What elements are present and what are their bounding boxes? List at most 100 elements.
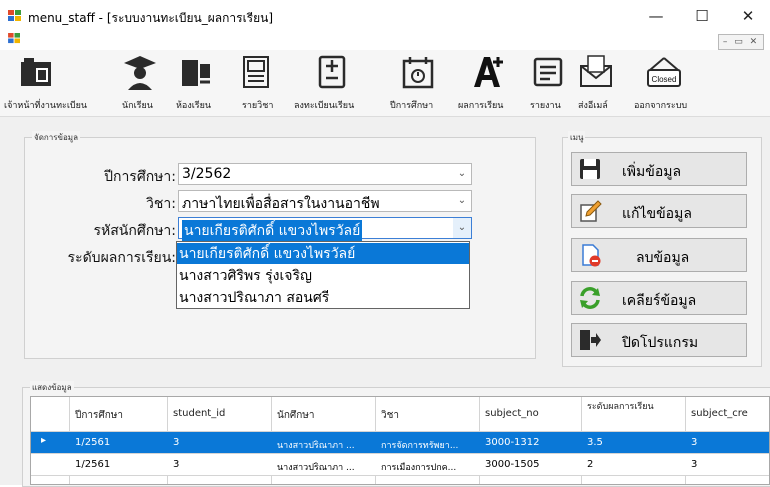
toolbar-label: ผลการเรียน bbox=[458, 101, 504, 111]
building-icon bbox=[21, 58, 51, 86]
table-cell: 1/2561 bbox=[75, 459, 111, 470]
grid-header bbox=[31, 397, 769, 432]
mdi-menu-row: – ▭ ✕ bbox=[0, 30, 770, 50]
toolbar-label: ส่งอีเมล์ bbox=[578, 101, 608, 111]
toolbar-reports[interactable]: รายงาน bbox=[526, 50, 570, 116]
dropdown-option[interactable]: นางสาวศิริพร รุ่งเจริญ bbox=[177, 265, 469, 286]
mdi-window-controls[interactable]: – ▭ ✕ bbox=[718, 34, 764, 50]
clear-button[interactable]: เคลียร์ข้อมูล bbox=[571, 281, 747, 315]
table-cell: นางสาวปริณาภา ... bbox=[277, 441, 355, 451]
toolbar-send-email[interactable]: ส่งอีเมล์ bbox=[572, 50, 620, 116]
column-header[interactable]: นักศึกษา bbox=[277, 408, 315, 423]
toolbar-label: ลงทะเบียนเรียน bbox=[294, 101, 355, 111]
toolbar-registration[interactable]: ลงทะเบียนเรียน bbox=[294, 50, 374, 116]
table-cell: 3000-1505 bbox=[485, 459, 540, 470]
register-icon bbox=[318, 55, 346, 89]
column-header[interactable]: student_id bbox=[173, 408, 225, 419]
svg-text:Closed: Closed bbox=[652, 75, 677, 84]
student-label: รหัสนักศึกษา: bbox=[93, 223, 176, 239]
exit-button[interactable]: ปิดโปรแกรม bbox=[571, 323, 747, 357]
exit-button-label: ปิดโปรแกรม bbox=[622, 335, 699, 351]
subject-combobox[interactable]: ภาษาไทยเพื่อสื่อสารในงานอาชีพ ⌄ bbox=[178, 190, 472, 212]
book-icon bbox=[243, 56, 269, 88]
table-cell: 2 bbox=[587, 459, 594, 470]
refresh-icon bbox=[580, 287, 600, 309]
table-cell: 3.5 bbox=[587, 437, 603, 448]
table-cell: การจัดการทรัพยา... bbox=[381, 441, 459, 451]
row-selector-icon: ▸ bbox=[41, 435, 47, 446]
table-cell: 3 bbox=[173, 437, 180, 448]
column-header[interactable]: subject_cre bbox=[691, 408, 769, 419]
table-cell: 3 bbox=[691, 459, 698, 470]
chevron-down-icon[interactable]: ⌄ bbox=[453, 191, 471, 211]
toolbar-students[interactable]: นักเรียน bbox=[114, 50, 166, 116]
edit-icon bbox=[580, 200, 602, 222]
dropdown-option[interactable]: นางสาวปริณาภา สอนศรี bbox=[177, 287, 469, 308]
maximize-button[interactable]: ☐ bbox=[682, 4, 722, 28]
table-cell: 1/2561 bbox=[75, 437, 111, 448]
student-value: นายเกียรติศักดิ์ แขวงไพรวัลย์ bbox=[182, 220, 363, 242]
minimize-button[interactable]: — bbox=[636, 4, 676, 28]
table-cell: 3 bbox=[691, 437, 698, 448]
toolbar-label: รายวิชา bbox=[242, 101, 274, 111]
delete-button-label: ลบข้อมูล bbox=[636, 250, 690, 266]
window-title: menu_staff - [ระบบงานทะเบียน_ผลการเรียน] bbox=[28, 11, 274, 25]
classroom-icon bbox=[182, 60, 210, 86]
grid-group-title: แสดงข้อมูล bbox=[30, 381, 74, 394]
add-button[interactable]: เพิ่มข้อมูล bbox=[571, 152, 747, 186]
mdi-child-icon bbox=[8, 33, 20, 44]
closed-sign-icon: Closed bbox=[647, 57, 681, 87]
graduate-icon bbox=[124, 56, 156, 90]
exit-icon bbox=[580, 330, 601, 350]
calendar-icon bbox=[402, 57, 434, 89]
add-button-label: เพิ่มข้อมูล bbox=[622, 164, 682, 180]
toolbar-label: นักเรียน bbox=[122, 101, 153, 111]
subject-value: ภาษาไทยเพื่อสื่อสารในงานอาชีพ bbox=[182, 196, 380, 212]
save-icon bbox=[580, 159, 600, 179]
toolbar-logout[interactable]: Closed ออกจากระบบ bbox=[626, 50, 706, 116]
toolbar-staff[interactable]: เจ้าหน้าที่งานทะเบียน bbox=[4, 50, 87, 116]
edit-button[interactable]: แก้ไขข้อมูล bbox=[571, 194, 747, 228]
student-combobox[interactable]: นายเกียรติศักดิ์ แขวงไพรวัลย์ ⌄ bbox=[178, 217, 472, 242]
close-button[interactable]: ✕ bbox=[728, 4, 768, 28]
dropdown-option[interactable]: นายเกียรติศักดิ์ แขวงไพรวัลย์ bbox=[177, 243, 469, 264]
toolbar-classrooms[interactable]: ห้องเรียน bbox=[170, 50, 222, 116]
table-cell: 3 bbox=[173, 459, 180, 470]
email-icon bbox=[580, 55, 612, 87]
toolbar-label: ห้องเรียน bbox=[176, 101, 212, 111]
delete-button[interactable]: ลบข้อมูล bbox=[571, 238, 747, 272]
toolbar-academic-year[interactable]: ปีการศึกษา bbox=[386, 50, 450, 116]
toolbar-label: เจ้าหน้าที่งานทะเบียน bbox=[4, 101, 88, 111]
edit-button-label: แก้ไขข้อมูล bbox=[622, 206, 692, 222]
toolbar-label: ออกจากระบบ bbox=[634, 101, 688, 111]
title-bar: menu_staff - [ระบบงานทะเบียน_ผลการเรียน]… bbox=[0, 0, 770, 30]
data-grid[interactable]: ปีการศึกษา student_id นักศึกษา วิชา subj… bbox=[30, 396, 770, 485]
student-dropdown-list: นายเกียรติศักดิ์ แขวงไพรวัลย์ นางสาวศิริ… bbox=[176, 241, 470, 309]
column-header[interactable]: ปีการศึกษา bbox=[75, 408, 123, 423]
year-value: 3/2562 bbox=[182, 166, 232, 182]
column-header[interactable]: วิชา bbox=[381, 408, 399, 423]
column-header[interactable]: subject_no bbox=[485, 408, 539, 419]
toolbar-label: รายงาน bbox=[530, 101, 561, 111]
subject-label: วิชา: bbox=[146, 196, 176, 212]
year-combobox[interactable]: 3/2562 ⌄ bbox=[178, 163, 472, 185]
menu-group-title: เมนู bbox=[568, 131, 586, 144]
grade-label: ระดับผลการเรียน: bbox=[67, 250, 176, 266]
report-icon bbox=[533, 57, 563, 87]
toolbar-subjects[interactable]: รายวิชา bbox=[230, 50, 282, 116]
year-label: ปีการศึกษา: bbox=[104, 169, 176, 185]
table-cell: 3000-1312 bbox=[485, 437, 540, 448]
app-icon bbox=[8, 10, 21, 21]
chevron-down-icon[interactable]: ⌄ bbox=[453, 164, 471, 184]
toolbar-label: ปีการศึกษา bbox=[390, 101, 434, 111]
column-header[interactable]: ระดับผลการเรียน bbox=[587, 401, 657, 413]
table-cell: การเมืองการปกค... bbox=[381, 463, 457, 473]
clear-button-label: เคลียร์ข้อมูล bbox=[622, 293, 697, 309]
toolbar-grades[interactable]: ผลการเรียน bbox=[456, 50, 520, 116]
main-toolbar: เจ้าหน้าที่งานทะเบียน นักเรียน ห้องเรียน… bbox=[0, 50, 770, 117]
table-cell: นางสาวปริณาภา ... bbox=[277, 463, 355, 473]
delete-icon bbox=[582, 244, 601, 267]
form-group-title: จัดการข้อมูล bbox=[32, 131, 80, 144]
chevron-down-icon[interactable]: ⌄ bbox=[453, 218, 471, 238]
grade-icon bbox=[474, 57, 503, 87]
